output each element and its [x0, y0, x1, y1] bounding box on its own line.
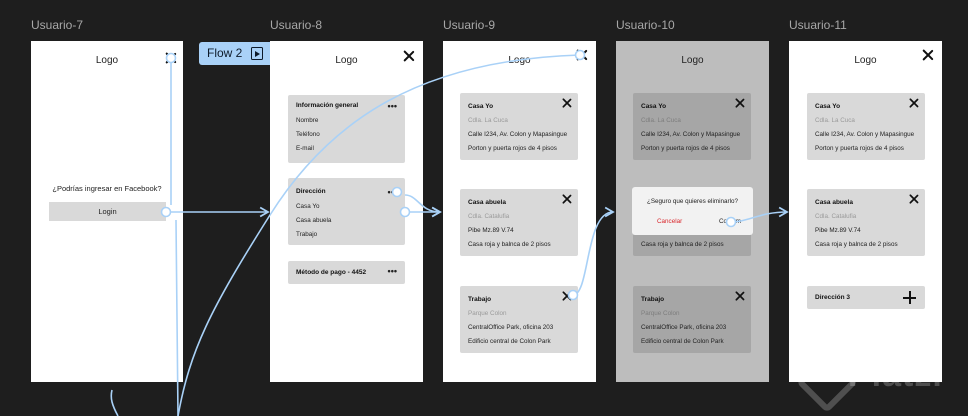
card-title: Casa Yo: [641, 103, 667, 110]
card-title: Casa Yo: [468, 103, 494, 110]
flow-label: Flow 2: [207, 46, 243, 60]
close-icon[interactable]: [562, 98, 572, 108]
frame-label-usuario-11[interactable]: Usuario-11: [789, 18, 847, 32]
card-line: Casa roja y balnca de 2 pisos: [815, 241, 898, 248]
card-title: Casa abuela: [815, 199, 853, 206]
logo-text: Logo: [508, 55, 531, 66]
card-line: Porton y puerta rojos de 4 pisos: [641, 145, 730, 152]
card-title: Casa Yo: [815, 103, 841, 110]
info-item-email: E-mail: [296, 145, 314, 152]
card-line: Calle I234, Av. Colon y Mapasingue: [815, 131, 915, 138]
close-icon[interactable]: [576, 49, 588, 61]
frame-label-usuario-10[interactable]: Usuario-10: [616, 18, 675, 32]
watermark-text: Platzi: [848, 356, 943, 394]
frame-usuario-7[interactable]: Logo ¿Podrías ingresar en Facebook? Logi…: [31, 41, 183, 382]
address-card-casa-abuela[interactable]: Casa abuela Cdla. Catalufia Pibe Mz.89 V…: [807, 189, 925, 256]
dir-item-trabajo[interactable]: Trabajo: [296, 231, 317, 238]
frame-label-usuario-9[interactable]: Usuario-9: [443, 18, 495, 32]
facebook-question: ¿Podrías ingresar en Facebook?: [52, 184, 162, 193]
card-line: Porton y puerta rojos de 4 pisos: [815, 145, 904, 152]
more-icon[interactable]: •••: [388, 101, 397, 111]
address-card-casa-yo[interactable]: Casa Yo Cdla. La Cuca Calle I234, Av. Co…: [460, 93, 578, 160]
card-title: Dirección: [296, 188, 326, 195]
card-line: Edificio central de Colon Park: [468, 338, 551, 345]
plus-icon[interactable]: [903, 291, 916, 304]
cancel-button[interactable]: Cancelar: [657, 218, 682, 225]
info-item-nombre: Nombre: [296, 117, 319, 124]
address-card-trabajo[interactable]: Trabajo Parque Colon CentralOffice Park,…: [460, 286, 578, 353]
add-address-card[interactable]: Dirección 3: [807, 286, 925, 309]
card-line: Edificio central de Colon Park: [641, 338, 724, 345]
dialog-question: ¿Seguro que quieres eliminarlo?: [646, 198, 738, 205]
wire-bottom-left: [110, 389, 119, 416]
card-line: Porton y puerta rojos de 4 pisos: [468, 145, 557, 152]
confirm-button[interactable]: Confirm: [719, 218, 741, 225]
card-title: Método de pago - 4452: [296, 269, 367, 276]
frame-label-usuario-7[interactable]: Usuario-7: [31, 18, 83, 32]
close-icon[interactable]: [403, 50, 415, 62]
card-line: Casa roja y balnca de 2 pisos: [468, 241, 551, 248]
card-subtitle: Cdla. La Cuca: [815, 117, 855, 124]
close-icon[interactable]: [735, 291, 745, 301]
metodo-pago-card[interactable]: Método de pago - 4452 •••: [288, 261, 405, 284]
address-card-casa-yo[interactable]: Casa Yo Cdla. La Cuca Calle I234, Av. Co…: [633, 93, 751, 160]
frame-usuario-10[interactable]: Logo Casa Yo Cdla. La Cuca Calle I234, A…: [616, 41, 769, 382]
logo-text: Logo: [335, 55, 358, 66]
close-icon[interactable]: [909, 98, 919, 108]
play-frame-icon[interactable]: [251, 47, 263, 60]
card-subtitle: Cdla. Catalufia: [815, 213, 857, 220]
card-title: Casa abuela: [468, 199, 506, 206]
info-general-card[interactable]: Información general ••• Nombre Teléfono …: [288, 95, 405, 163]
dir-item-casa-abuela[interactable]: Casa abuela: [296, 217, 331, 224]
logo-text: Logo: [95, 55, 119, 66]
more-icon[interactable]: •••: [388, 266, 397, 276]
card-line: Pibe Mz.89 V.74: [815, 227, 861, 234]
close-icon[interactable]: [562, 194, 572, 204]
address-card-casa-abuela[interactable]: Casa abuela Cdla. Catalufia Pibe Mz.89 V…: [460, 189, 578, 256]
card-title: Trabajo: [641, 296, 665, 303]
card-line: Pibe Mz.89 V.74: [468, 227, 514, 234]
close-icon[interactable]: [165, 52, 177, 64]
login-button[interactable]: Login: [49, 202, 166, 221]
logo-text: Logo: [681, 55, 704, 66]
card-subtitle: Cdla. La Cuca: [468, 117, 508, 124]
direccion-card[interactable]: Dirección ••• Casa Yo Casa abuela Trabaj…: [288, 178, 405, 245]
close-icon[interactable]: [735, 98, 745, 108]
frame-usuario-9[interactable]: Logo Casa Yo Cdla. La Cuca Calle I234, A…: [443, 41, 596, 382]
confirm-delete-dialog: ¿Seguro que quieres eliminarlo? Cancelar…: [632, 187, 753, 235]
card-line: CentralOffice Park, oficina 203: [468, 324, 554, 331]
card-subtitle: Parque Colon: [641, 310, 680, 317]
card-title: Trabajo: [468, 296, 492, 303]
card-title: Información general: [296, 102, 359, 109]
flow-start-tag[interactable]: Flow 2: [199, 42, 270, 65]
card-subtitle: Cdla. Catalufia: [468, 213, 510, 220]
card-line: Calle I234, Av. Colon y Mapasingue: [641, 131, 741, 138]
card-subtitle: Parque Colon: [468, 310, 507, 317]
frame-usuario-8[interactable]: Logo Información general ••• Nombre Telé…: [270, 41, 423, 382]
close-icon[interactable]: [909, 194, 919, 204]
card-line: CentralOffice Park, oficina 203: [641, 324, 727, 331]
address-card-trabajo[interactable]: Trabajo Parque Colon CentralOffice Park,…: [633, 286, 751, 353]
close-icon[interactable]: [922, 49, 934, 61]
frame-label-usuario-8[interactable]: Usuario-8: [270, 18, 322, 32]
card-title: Dirección 3: [815, 294, 851, 301]
logo-text: Logo: [854, 55, 877, 66]
card-line: Casa roja y balnca de 2 pisos: [641, 241, 724, 248]
card-subtitle: Cdla. La Cuca: [641, 117, 681, 124]
card-line: Calle I234, Av. Colon y Mapasingue: [468, 131, 568, 138]
address-card-casa-yo[interactable]: Casa Yo Cdla. La Cuca Calle I234, Av. Co…: [807, 93, 925, 160]
close-icon[interactable]: [562, 291, 572, 301]
dir-item-casa-yo[interactable]: Casa Yo: [296, 203, 319, 210]
info-item-telefono: Teléfono: [296, 131, 320, 138]
more-icon[interactable]: •••: [388, 187, 397, 197]
frame-usuario-11[interactable]: Logo Casa Yo Cdla. La Cuca Calle I234, A…: [789, 41, 942, 382]
